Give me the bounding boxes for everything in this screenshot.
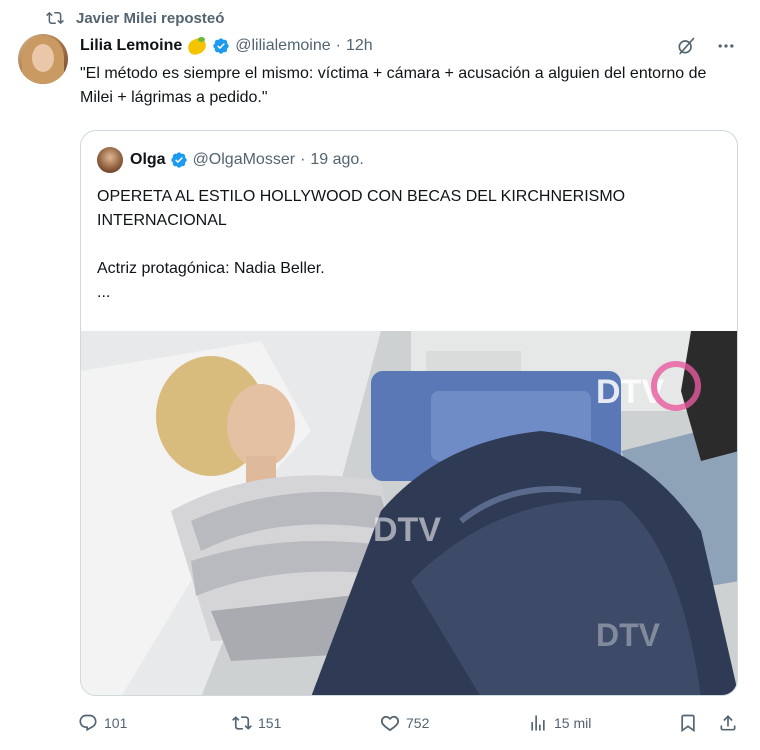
author-avatar[interactable]: [18, 34, 68, 84]
tweet-top-actions: [676, 36, 736, 56]
author-handle[interactable]: @lilialemoine: [235, 37, 330, 55]
reply-icon: [79, 714, 97, 732]
repost-count: 151: [258, 715, 282, 731]
verified-badge-icon: [170, 152, 187, 168]
bookmark-icon: [681, 714, 695, 733]
reply-button[interactable]: 101: [78, 710, 127, 736]
hospital-photo: DTV DTV DTV: [81, 331, 737, 695]
share-icon: [720, 715, 736, 731]
tweet-text: "El método es siempre el mismo: víctima …: [80, 65, 707, 106]
quoted-author-avatar: [97, 147, 123, 173]
share-button[interactable]: [718, 710, 738, 736]
views-count: 15 mil: [554, 715, 592, 731]
quoted-author-display-name: Olga: [130, 151, 166, 168]
heart-icon: [380, 715, 400, 732]
quoted-tweet-photo[interactable]: DTV DTV DTV: [81, 331, 737, 695]
quoted-tweet-date: 19 ago.: [310, 151, 364, 168]
repost-button[interactable]: 151: [232, 710, 281, 736]
verified-badge-icon[interactable]: [212, 37, 230, 55]
dtv-watermark-center: DTV: [373, 511, 441, 549]
repost-icon: [46, 11, 64, 25]
more-icon[interactable]: [716, 36, 736, 56]
tweet-header: Lilia Lemoine @lilialemoine · 12h: [80, 35, 373, 57]
views-button[interactable]: 15 mil: [528, 710, 591, 736]
lemon-emoji-icon: [186, 36, 209, 57]
views-chart-icon: [531, 715, 545, 731]
dtv-watermark-bottom: DTV: [596, 617, 661, 653]
quoted-tweet[interactable]: Olga @OlgaMosser · 19 ago. OPERETA AL ES…: [80, 130, 738, 696]
separator-dot: ·: [335, 37, 341, 54]
repost-text: Javier Milei reposteó: [76, 9, 225, 27]
bookmark-button[interactable]: [678, 710, 698, 736]
quoted-line-headline: OPERETA AL ESTILO HOLLYWOOD CON BECAS DE…: [97, 188, 626, 229]
like-button[interactable]: 752: [380, 710, 429, 736]
quoted-line-ellipsis: ...: [97, 284, 111, 301]
repost-indicator[interactable]: Javier Milei reposteó: [46, 8, 224, 28]
tweet-actions-bar: 101 151 752 15 mil: [78, 710, 738, 736]
separator-dot: ·: [300, 151, 306, 168]
quoted-author-handle: @OlgaMosser: [192, 151, 296, 168]
grok-icon[interactable]: [676, 36, 696, 56]
author-display-name[interactable]: Lilia Lemoine: [80, 37, 182, 55]
quoted-tweet-header: Olga @OlgaMosser · 19 ago.: [97, 147, 364, 173]
quoted-line-actress: Actriz protagónica: Nadia Beller.: [97, 260, 325, 277]
reply-count: 101: [104, 715, 128, 731]
repost-icon: [232, 716, 252, 730]
quoted-tweet-text: OPERETA AL ESTILO HOLLYWOOD CON BECAS DE…: [97, 185, 727, 305]
like-count: 752: [406, 715, 430, 731]
tweet-time[interactable]: 12h: [346, 37, 373, 55]
